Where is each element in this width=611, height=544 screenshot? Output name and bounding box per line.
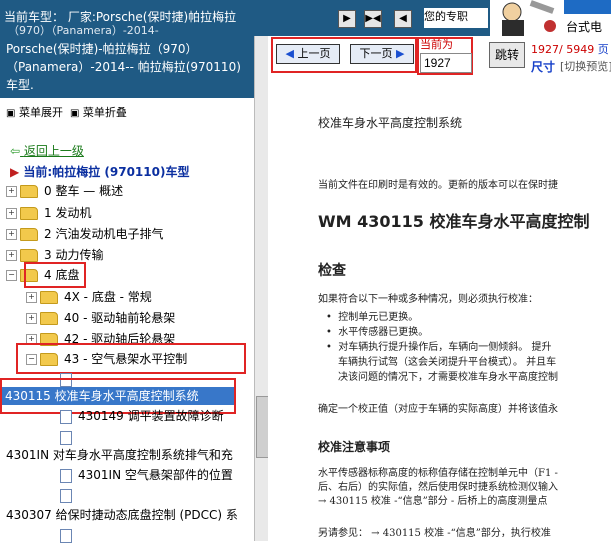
page-count: 1927/ 5949 页 xyxy=(531,41,609,57)
page-count-value: 1927/ 5949 xyxy=(531,43,595,56)
doc-bullet-continuation: 决该问题的情况下，才需要校准车身水平高度控制 xyxy=(338,372,558,383)
collapse-icon[interactable]: ▣ xyxy=(70,108,79,119)
doc-leaf-icon-row xyxy=(60,526,78,544)
right-arrow-icon: ▶ xyxy=(396,47,405,60)
model-title: Porsche(保时捷)-帕拉梅拉（970）（Panamera）-2014-- … xyxy=(6,42,241,92)
expand-plus-icon[interactable]: + xyxy=(6,250,17,261)
document-icon xyxy=(60,430,72,445)
doc-item-1[interactable]: 4301IN 对车身水平高度控制系统排气和充 xyxy=(6,446,233,464)
prev-page-button[interactable]: ◀ 上一页 xyxy=(276,44,340,64)
folder-icon xyxy=(40,312,58,325)
menu-panel: Porsche(保时捷)-帕拉梅拉（970）（Panamera）-2014-- … xyxy=(0,36,254,544)
top-bar: 当前车型： 厂家:Porsche(保时捷)帕拉梅拉 （970）（Panamera… xyxy=(0,0,611,37)
nav-split-button[interactable]: ▶◀ xyxy=(364,10,382,28)
next-page-button[interactable]: 下一页 ▶ xyxy=(350,44,414,64)
expand-plus-icon[interactable]: + xyxy=(26,313,37,324)
document-icon xyxy=(60,528,72,543)
page-toolbar: ◀ 上一页 下一页 ▶ 当前为 跳转 1927/ 5949 页 尺寸 [切换预览… xyxy=(268,36,611,81)
expand-plus-icon[interactable]: + xyxy=(6,186,17,197)
document-page: 校准车身水平高度控制系统 当前文件在印刷时是有效的。更新的版本可以在保时捷 WM… xyxy=(268,82,611,541)
current-node-label: 当前:帕拉梅拉 (970110)车型 xyxy=(23,165,190,179)
doc-title: WM 430115 校准车身水平高度控制 xyxy=(318,212,590,231)
back-arrow-icon: ⇦ xyxy=(10,144,21,158)
doc-section-check: 检查 xyxy=(318,263,346,279)
tree-item-2[interactable]: +2 汽油发动机电子排气 xyxy=(6,225,163,243)
nav-back-button[interactable]: ◀ xyxy=(394,10,412,28)
doc-bullet-item: • 对车辆执行提升操作后，车辆向一侧倾斜。 提升 xyxy=(326,342,552,353)
document-icon xyxy=(60,488,72,503)
document-viewer: ◀ 上一页 下一页 ▶ 当前为 跳转 1927/ 5949 页 尺寸 [切换预览… xyxy=(268,36,611,541)
folder-icon xyxy=(20,228,38,241)
tree-item-label: 2 汽油发动机电子排气 xyxy=(44,227,164,241)
doc-paragraph: → 430115 校准 -“信息”部分 - 后桥上的高度测量点 xyxy=(318,496,548,507)
doc-see-also: 另请参见： → 430115 校准 -“信息”部分，执行校准 xyxy=(318,528,551,539)
folder-icon xyxy=(20,185,38,198)
doc-item-label: 430307 给保时捷动态底盘控制 (PDCC) 系 xyxy=(6,508,238,522)
brand-banner: 台式电 xyxy=(560,0,611,36)
brand-text: 台式电 xyxy=(566,20,603,34)
left-arrow-icon: ◀ xyxy=(285,47,294,60)
menu-collapse-link[interactable]: 菜单折叠 xyxy=(83,106,127,119)
menu-toggle-row: ▣ 菜单展开 ▣ 菜单折叠 xyxy=(6,104,127,120)
tree-item-label: 4X - 底盘 - 常规 xyxy=(64,290,152,304)
jump-button[interactable]: 跳转 xyxy=(489,42,525,68)
current-pointer-icon: ▶ xyxy=(10,165,20,179)
doc-heading: 校准车身水平高度控制系统 xyxy=(318,116,463,130)
doc-item-0[interactable]: 430149 调平装置故障诊断 xyxy=(60,407,224,425)
tree-item-1[interactable]: +1 发动机 xyxy=(6,204,91,222)
doc-bullet-continuation: 车辆执行试驾（这会关闭提升平台模式）。 并且车 xyxy=(338,357,557,368)
doc-item-label: 430149 调平装置故障诊断 xyxy=(78,409,224,423)
tree-item-0[interactable]: +0 整车 — 概述 xyxy=(6,182,123,200)
folder-icon xyxy=(20,207,38,220)
doc-validity-note: 当前文件在印刷时是有效的。更新的版本可以在保时捷 xyxy=(318,180,558,191)
back-label: 返回上一级 xyxy=(23,144,84,158)
tree-item-label: 40 - 驱动轴前轮悬架 xyxy=(64,311,176,325)
tree-item-6[interactable]: +40 - 驱动轴前轮悬架 xyxy=(26,309,175,327)
tree-item-5[interactable]: +4X - 底盘 - 常规 xyxy=(26,288,152,306)
expand-icon[interactable]: ▣ xyxy=(6,108,15,119)
size-link[interactable]: 尺寸 xyxy=(531,58,555,75)
highlight-box-chassis xyxy=(24,262,86,288)
collapse-minus-icon[interactable]: − xyxy=(6,270,17,281)
expand-plus-icon[interactable]: + xyxy=(6,229,17,240)
tree-item-label: 0 整车 — 概述 xyxy=(44,184,124,198)
mechanic-logo xyxy=(490,0,560,36)
page-unit: 页 xyxy=(597,43,609,56)
document-icon xyxy=(60,409,72,424)
highlight-box-air-suspension xyxy=(16,343,246,374)
expand-plus-icon[interactable]: + xyxy=(26,292,37,303)
doc-leaf-icon-row xyxy=(60,486,78,504)
doc-item-label: 4301IN 对车身水平高度控制系统排气和充 xyxy=(6,448,233,462)
page-number-input[interactable] xyxy=(420,53,472,73)
nav-forward-button[interactable]: ▶ xyxy=(338,10,356,28)
current-node: ▶ 当前:帕拉梅拉 (970110)车型 xyxy=(10,163,189,180)
menu-scrollbar[interactable] xyxy=(254,36,269,541)
doc-item-label: 4301IN 空气悬架部件的位置 xyxy=(78,468,233,482)
user-info: 您的专职 xyxy=(424,8,488,28)
doc-paragraph: 后、右后）的实际值，然后使用保时捷系统检测仪输入 xyxy=(318,482,558,493)
model-title-box: Porsche(保时捷)-帕拉梅拉（970）（Panamera）-2014-- … xyxy=(0,36,254,98)
doc-paragraph: 如果符合以下一种或多种情况，则必须执行校准： xyxy=(318,294,538,305)
doc-paragraph: 水平传感器标称高度的标称值存储在控制单元中（F1 - xyxy=(318,468,558,479)
switch-preview-link[interactable]: [切换预览] xyxy=(560,58,611,74)
next-page-label: 下一页 xyxy=(359,47,393,60)
doc-leaf-icon-row xyxy=(60,428,78,446)
current-page-label: 当前为 xyxy=(420,38,453,51)
folder-icon xyxy=(20,249,38,262)
folder-icon xyxy=(40,291,58,304)
doc-bullet-item: • 水平传感器已更换。 xyxy=(326,327,429,338)
doc-item-3[interactable]: 430307 给保时捷动态底盘控制 (PDCC) 系 xyxy=(6,506,238,524)
doc-item-2[interactable]: 4301IN 空气悬架部件的位置 xyxy=(60,466,233,484)
back-link[interactable]: ⇦ 返回上一级 xyxy=(10,142,84,159)
menu-expand-link[interactable]: 菜单展开 xyxy=(19,106,63,119)
tree-item-label: 1 发动机 xyxy=(44,206,92,220)
expand-plus-icon[interactable]: + xyxy=(6,208,17,219)
tree-item-label: 3 动力传输 xyxy=(44,248,104,262)
doc-paragraph: 确定一个校正值（对应于车辆的实际高度）并将该值永 xyxy=(318,404,558,415)
prev-page-label: 上一页 xyxy=(297,47,331,60)
doc-bullet-item: • 控制单元已更换。 xyxy=(326,312,419,323)
doc-section-notes: 校准注意事项 xyxy=(318,440,391,454)
document-icon xyxy=(60,468,72,483)
